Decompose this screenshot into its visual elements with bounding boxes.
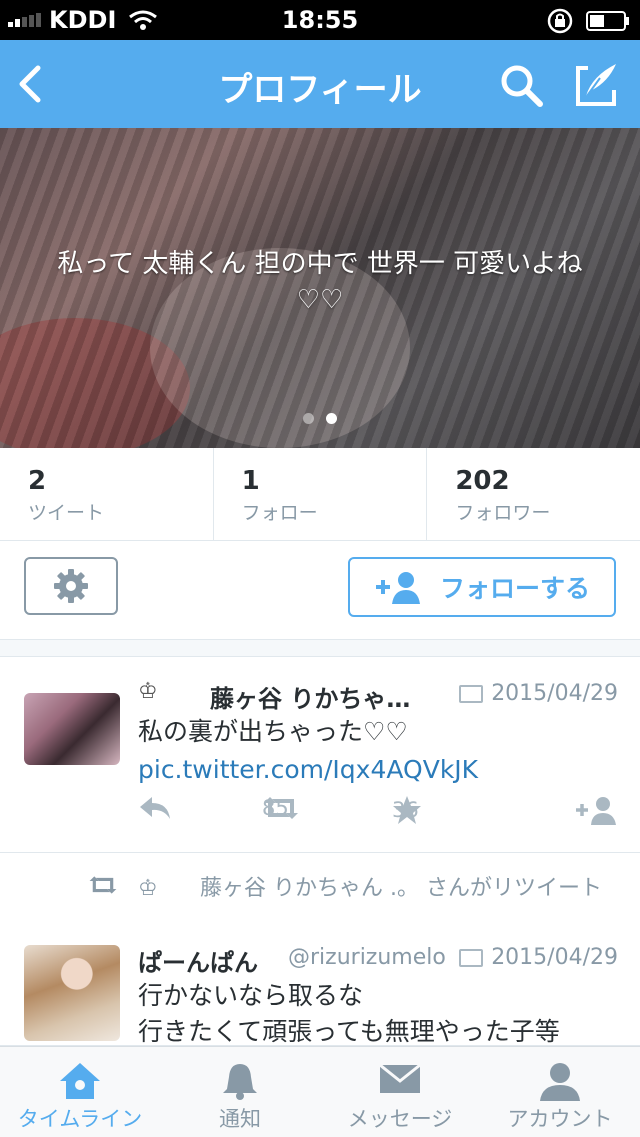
tab-notifications[interactable]: 通知 bbox=[160, 1047, 320, 1137]
search-button[interactable] bbox=[498, 62, 544, 112]
tweet-date: 2015/04/29 bbox=[491, 681, 618, 706]
tweet-text: 行きたくて頑張っても無理やった子等 bbox=[138, 1017, 560, 1046]
tweet-link[interactable]: pic.twitter.com/Iqx4AQVkJK bbox=[138, 751, 478, 789]
tab-account[interactable]: アカウント bbox=[480, 1047, 640, 1137]
tweet-text: 私の裏が出ちゃった♡♡ bbox=[138, 717, 408, 746]
profile-bio-line: 私って 太輔くん 担の中で 世界一 可愛いよね bbox=[57, 249, 583, 279]
photo-icon bbox=[459, 684, 484, 703]
battery-icon bbox=[586, 11, 629, 31]
follow-label: フォローする bbox=[439, 574, 590, 603]
tweet-actions: 85 36 bbox=[138, 795, 618, 829]
retweet-attribution: ♔ 藤ヶ谷 りかちゃん .。 さんがリツイート bbox=[88, 873, 628, 905]
tweet-author-handle[interactable]: @rizurizumelo bbox=[288, 945, 446, 970]
crown-symbol: ♔ bbox=[138, 679, 158, 704]
bell-icon bbox=[223, 1064, 257, 1100]
stat-tweets[interactable]: 2 ツイート bbox=[0, 448, 214, 540]
tab-label: 通知 bbox=[219, 1107, 261, 1131]
photo-icon bbox=[459, 948, 484, 967]
tweet-date: 2015/04/29 bbox=[491, 945, 618, 970]
tab-label: アカウント bbox=[507, 1107, 613, 1131]
profile-actions: フォローする bbox=[0, 541, 640, 640]
stat-label: フォロー bbox=[241, 502, 318, 524]
home-icon bbox=[60, 1063, 100, 1099]
follow-user-button[interactable] bbox=[574, 795, 618, 825]
page-title: プロフィール bbox=[218, 70, 422, 110]
tweet[interactable]: ♔ 藤ヶ谷 りかちゃん .。 さんがリツイート ぱーんぱん @rizurizum… bbox=[0, 853, 640, 1046]
stat-label: フォロワー bbox=[455, 502, 551, 524]
tab-messages[interactable]: メッセージ bbox=[320, 1047, 480, 1137]
retweet-count: 85 bbox=[262, 796, 289, 820]
status-bar: KDDI 18:55 bbox=[0, 0, 640, 40]
person-icon bbox=[540, 1063, 580, 1101]
section-divider bbox=[0, 640, 640, 657]
tab-label: メッセージ bbox=[347, 1107, 453, 1131]
clock: 18:55 bbox=[281, 6, 359, 34]
rotation-lock-icon bbox=[547, 8, 573, 34]
stat-followers[interactable]: 202 フォロワー bbox=[427, 448, 640, 540]
tab-label: タイムライン bbox=[17, 1107, 143, 1131]
avatar[interactable] bbox=[24, 945, 120, 1041]
page-indicator[interactable] bbox=[0, 413, 640, 424]
retweet-icon bbox=[89, 876, 117, 894]
reply-button[interactable] bbox=[138, 795, 172, 821]
tweet[interactable]: ♔ 藤ヶ谷 りかちゃ… 2015/04/29 私の裏が出ちゃった♡♡ pic.t… bbox=[0, 657, 640, 853]
tweet-author-name[interactable]: 藤ヶ谷 りかちゃ… bbox=[210, 679, 410, 714]
tab-timeline[interactable]: タイムライン bbox=[0, 1047, 160, 1137]
add-user-icon bbox=[375, 572, 420, 604]
crown-symbol: ♔ bbox=[138, 876, 158, 901]
retweet-by-text[interactable]: 藤ヶ谷 りかちゃん .。 さんがリツイート bbox=[88, 873, 628, 905]
retweet-button[interactable]: 85 bbox=[262, 795, 300, 821]
profile-header[interactable]: 私って 太輔くん 担の中で 世界一 可愛いよね ♡♡ bbox=[0, 128, 640, 448]
tweet-author-name[interactable]: ぱーんぱん bbox=[138, 943, 258, 978]
search-icon bbox=[501, 65, 543, 107]
favorite-count: 36 bbox=[392, 798, 419, 822]
profile-bio-line: ♡♡ bbox=[296, 285, 344, 315]
stat-label: ツイート bbox=[28, 502, 105, 524]
stat-count: 202 bbox=[455, 466, 510, 496]
page-dot[interactable] bbox=[303, 413, 314, 424]
gear-icon bbox=[54, 569, 88, 603]
page-dot-active[interactable] bbox=[326, 413, 337, 424]
stat-following[interactable]: 1 フォロー bbox=[214, 448, 428, 540]
tab-bar: タイムライン 通知 メッセージ アカウント bbox=[0, 1046, 640, 1137]
stat-count: 1 bbox=[241, 466, 260, 496]
envelope-icon bbox=[379, 1063, 421, 1093]
avatar[interactable] bbox=[24, 693, 120, 765]
add-user-icon bbox=[576, 797, 616, 825]
settings-button[interactable] bbox=[24, 557, 118, 615]
navigation-bar: プロフィール bbox=[0, 40, 640, 128]
reply-icon bbox=[140, 797, 170, 819]
tweet-text: 行かないなら取るな bbox=[138, 981, 364, 1010]
compose-icon bbox=[576, 64, 616, 106]
profile-stats: 2 ツイート 1 フォロー 202 フォロワー bbox=[0, 448, 640, 541]
stat-count: 2 bbox=[28, 466, 47, 496]
follow-button[interactable]: フォローする bbox=[348, 557, 616, 617]
compose-button[interactable] bbox=[574, 60, 620, 112]
profile-bio: 私って 太輔くん 担の中で 世界一 可愛いよね ♡♡ bbox=[20, 246, 620, 318]
favorite-button[interactable]: 36 bbox=[392, 795, 422, 825]
